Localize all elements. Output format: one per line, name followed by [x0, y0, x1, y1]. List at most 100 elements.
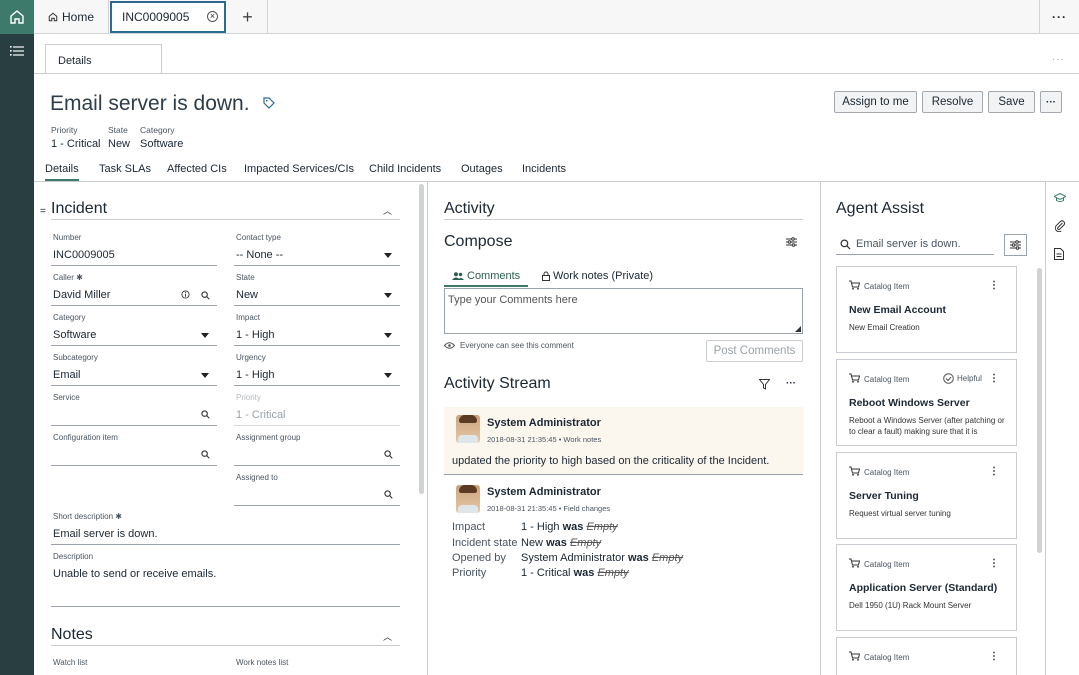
card-more-icon[interactable]: ⋮	[989, 651, 999, 662]
contact-type-label: Contact type	[236, 233, 281, 242]
active-tab-indicator	[444, 285, 528, 287]
post-comments-button[interactable]: Post Comments	[706, 340, 803, 362]
stream-meta: 2018-08-31 21:35:45 • Work notes	[487, 435, 602, 444]
urgency-select[interactable]: 1 - High	[236, 369, 275, 381]
tab-comments[interactable]: Comments	[452, 270, 520, 282]
save-button[interactable]: Save	[988, 91, 1035, 113]
category-select[interactable]: Software	[53, 329, 96, 341]
details-subtab[interactable]: Details	[45, 44, 162, 74]
search-icon	[840, 239, 851, 250]
tab-outages[interactable]: Outages	[461, 163, 503, 175]
search-icon[interactable]	[201, 291, 210, 300]
agent-assist-settings-button[interactable]	[1004, 234, 1027, 256]
tab-impacted-services[interactable]: Impacted Services/CIs	[244, 163, 354, 175]
tab-child-incidents[interactable]: Child Incidents	[369, 163, 441, 175]
comment-textarea[interactable]: Type your Comments here	[444, 288, 803, 334]
subcategory-select[interactable]: Email	[53, 369, 81, 381]
catalog-card[interactable]: Catalog Item ⋮ New Email Account New Ema…	[836, 266, 1017, 353]
work-notes-list-label: Work notes list	[236, 658, 289, 667]
catalog-card[interactable]: Catalog Item ⋮	[836, 637, 1017, 675]
number-field[interactable]: INC0009005	[53, 249, 115, 261]
card-title[interactable]: Reboot Windows Server	[849, 397, 970, 409]
tab-details[interactable]: Details	[45, 163, 79, 181]
description-field[interactable]: Unable to send or receive emails.	[53, 568, 216, 580]
tag-icon[interactable]	[263, 97, 275, 109]
stream-more-icon[interactable]: ···	[786, 378, 796, 389]
home-icon[interactable]	[0, 0, 34, 34]
settings-sliders-icon[interactable]	[786, 237, 797, 247]
list-icon[interactable]	[0, 36, 34, 66]
card-more-icon[interactable]: ⋮	[989, 373, 999, 384]
meta-category-label: Category	[140, 125, 175, 135]
section-title-notes: Notes	[51, 626, 93, 643]
priority-label: Priority	[236, 393, 261, 402]
card-title[interactable]: New Email Account	[849, 304, 946, 316]
paperclip-icon[interactable]	[1054, 220, 1066, 232]
divider	[234, 305, 400, 306]
divider	[427, 182, 428, 675]
card-title[interactable]: Application Server (Standard)	[849, 582, 997, 594]
tab-home[interactable]: Home	[34, 0, 109, 34]
tab-work-notes[interactable]: Work notes (Private)	[542, 270, 653, 282]
configuration-item-label: Configuration item	[53, 433, 118, 442]
state-select[interactable]: New	[236, 289, 258, 301]
more-options-button[interactable]: ···	[1039, 0, 1079, 34]
catalog-card[interactable]: Catalog Item ⋮ Application Server (Stand…	[836, 544, 1017, 631]
search-icon[interactable]	[201, 450, 210, 459]
card-more-icon[interactable]: ⋮	[989, 466, 999, 477]
filter-icon[interactable]	[759, 379, 770, 390]
chevron-down-icon[interactable]	[201, 373, 209, 378]
tab-incidents[interactable]: Incidents	[522, 163, 566, 175]
graduation-cap-icon[interactable]	[1054, 193, 1066, 203]
chevron-down-icon[interactable]	[384, 373, 392, 378]
agent-assist-scrollbar[interactable]	[1037, 268, 1042, 553]
subcategory-label: Subcategory	[53, 353, 98, 362]
info-icon[interactable]	[181, 290, 190, 299]
resolve-button[interactable]: Resolve	[922, 91, 983, 113]
search-icon[interactable]	[384, 490, 393, 499]
chevron-down-icon[interactable]	[384, 333, 392, 338]
card-type: Catalog Item	[864, 653, 910, 662]
change-value: 1 - High was Empty	[521, 521, 618, 533]
comment-placeholder: Type your Comments here	[448, 294, 578, 306]
assign-to-me-button[interactable]: Assign to me	[834, 91, 917, 113]
card-more-icon[interactable]: ⋮	[989, 280, 999, 291]
tab-affected-cis[interactable]: Affected CIs	[167, 163, 227, 175]
short-description-field[interactable]: Email server is down.	[53, 528, 158, 540]
collapse-chevron-icon[interactable]: ︿	[383, 630, 392, 643]
impact-select[interactable]: 1 - High	[236, 329, 275, 341]
catalog-card[interactable]: Catalog Item Helpful ⋮ Reboot Windows Se…	[836, 359, 1017, 446]
search-icon[interactable]	[201, 410, 210, 419]
state-label: State	[236, 273, 255, 282]
chevron-down-icon[interactable]	[384, 293, 392, 298]
card-title[interactable]: Server Tuning	[849, 490, 919, 502]
divider	[836, 254, 994, 255]
form-scrollbar[interactable]	[419, 184, 424, 494]
document-icon[interactable]	[1054, 248, 1064, 260]
add-tab-button[interactable]: +	[228, 0, 268, 34]
resize-handle-icon[interactable]	[795, 326, 801, 332]
subtab-more-icon[interactable]: ···	[1052, 54, 1065, 65]
chevron-down-icon[interactable]	[384, 253, 392, 258]
caller-field[interactable]: David Miller	[53, 289, 110, 301]
caller-label: Caller ✱	[53, 273, 83, 282]
tab-incident[interactable]: INC0009005 ×	[110, 1, 226, 33]
contact-type-select[interactable]: -- None --	[236, 249, 283, 261]
search-icon[interactable]	[384, 450, 393, 459]
card-more-icon[interactable]: ⋮	[989, 558, 999, 569]
change-value: 1 - Critical was Empty	[521, 567, 629, 579]
description-label: Description	[53, 552, 94, 561]
drag-handle-icon[interactable]: =	[40, 206, 46, 217]
chevron-down-icon[interactable]	[201, 333, 209, 338]
divider	[820, 182, 821, 675]
agent-assist-search-input[interactable]: Email server is down.	[856, 238, 961, 250]
helpful-label: Helpful	[957, 374, 982, 383]
helpful-badge[interactable]: Helpful	[943, 373, 982, 384]
close-tab-icon[interactable]: ×	[207, 11, 218, 22]
catalog-card[interactable]: Catalog Item ⋮ Server Tuning Request vir…	[836, 452, 1017, 539]
record-more-button[interactable]: ···	[1040, 91, 1062, 113]
meta-priority-label: Priority	[51, 125, 78, 135]
stream-author: System Administrator	[487, 486, 601, 498]
collapse-chevron-icon[interactable]: ︿	[383, 204, 392, 217]
tab-task-slas[interactable]: Task SLAs	[99, 163, 151, 175]
